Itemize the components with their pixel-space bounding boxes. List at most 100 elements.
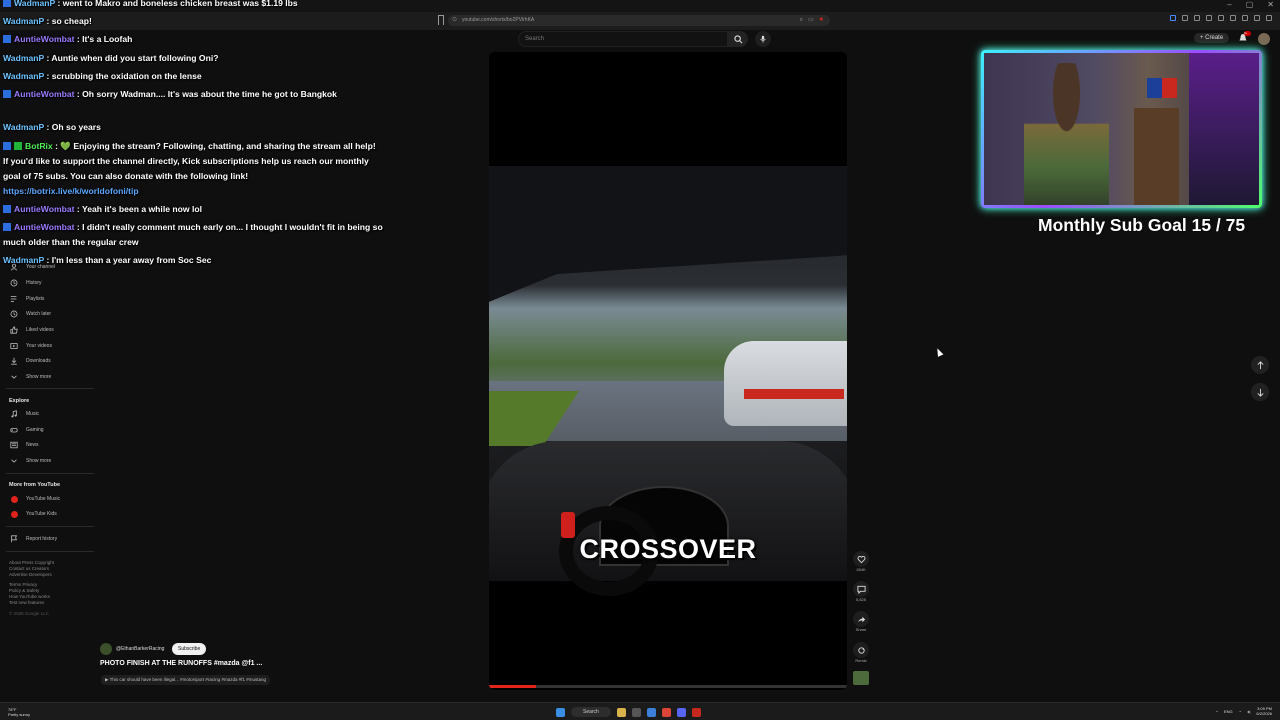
wifi-icon[interactable]: ◔ (1239, 709, 1241, 714)
sidebar-item-downloads[interactable]: Downloads (10, 356, 51, 366)
chat-text: : Auntie when did you start following On… (46, 53, 219, 63)
extension-icon[interactable] (1170, 15, 1176, 21)
extension-icon[interactable] (1254, 15, 1260, 21)
chevron-up-icon[interactable]: ^ (1216, 709, 1218, 714)
clock-icon (10, 310, 18, 318)
taskbar-search[interactable]: Search (571, 707, 611, 717)
share-icon (857, 616, 865, 622)
extension-icon[interactable] (1218, 15, 1224, 21)
sidebar-show-more-explore[interactable]: Show more (10, 456, 51, 466)
chat-text: : I'm less than a year away from Soc Sec (46, 255, 212, 265)
streamer (1024, 63, 1109, 205)
newspaper-icon (10, 441, 18, 449)
video-description-chip[interactable]: ▶ This car should have been illegal... #… (101, 675, 270, 685)
windows-start-icon[interactable] (556, 707, 565, 717)
next-short-button[interactable] (1251, 383, 1269, 401)
sidebar-item-gaming[interactable]: Gaming (10, 425, 44, 435)
chat-link[interactable]: https://botrix.live/k/worldofoni/tip (3, 186, 139, 196)
sidebar-divider (6, 526, 94, 527)
extension-icon[interactable] (1194, 15, 1200, 21)
sidebar-show-more[interactable]: Show more (10, 372, 51, 382)
browser-app-icon[interactable] (647, 707, 656, 717)
chat-text: : scrubbing the oxidation on the lense (46, 71, 202, 81)
zoom-icon[interactable]: ⌕ (800, 15, 803, 26)
race-car (724, 341, 847, 426)
chat-text: : Oh so years (46, 122, 101, 132)
arrow-down-icon (1256, 388, 1264, 397)
extension-icon[interactable] (1206, 15, 1212, 21)
copyright: © 2026 Google LLC (9, 611, 49, 616)
sidebar-item-youtube-music[interactable]: YouTube Music (10, 494, 60, 504)
star-icon[interactable]: ★ (819, 15, 824, 26)
sidebar-item-history[interactable]: History (10, 278, 42, 288)
window-controls: – ▢ ✕ (1227, 0, 1274, 10)
share-label: Share (855, 627, 867, 632)
chat-message: AuntieWombat : It's a Loofah (3, 32, 388, 47)
like-button[interactable]: 284K (852, 551, 870, 572)
clock-date: 6/2/2026 (1256, 711, 1272, 716)
shorts-video-player[interactable]: CROSSOVER (489, 52, 847, 690)
screenshot-icon[interactable]: ▭ (808, 15, 814, 26)
extension-icon[interactable] (1242, 15, 1248, 21)
task-view-icon[interactable] (632, 707, 641, 717)
sidebar-item-label: Downloads (26, 358, 51, 364)
previous-short-button[interactable] (1251, 356, 1269, 374)
search-button[interactable] (728, 31, 748, 47)
channel-avatar[interactable] (100, 643, 112, 655)
extension-icon[interactable] (1182, 15, 1188, 21)
remix-icon (857, 646, 865, 654)
file-explorer-icon[interactable] (617, 707, 626, 717)
sidebar-item-youtube-kids[interactable]: YouTube Kids (10, 509, 57, 519)
chat-message: BotRix : 💚 Enjoying the stream? Followin… (3, 139, 378, 199)
sidebar-item-liked-videos[interactable]: Liked videos (10, 325, 54, 335)
extension-icon[interactable] (1230, 15, 1236, 21)
history-icon (10, 279, 18, 287)
share-button[interactable]: Share (852, 611, 870, 632)
video-title[interactable]: PHOTO FINISH AT THE RUNOFFS #mazda @f1 .… (100, 660, 262, 667)
audio-thumbnail[interactable] (853, 671, 869, 685)
discord-app-icon[interactable] (677, 707, 686, 717)
site-info-icon[interactable]: ⊙ (452, 15, 457, 26)
close-window-button[interactable]: ✕ (1267, 0, 1274, 10)
app-icon[interactable] (692, 707, 701, 717)
sidebar-item-news[interactable]: News (10, 440, 39, 450)
menu-icon[interactable] (1266, 15, 1272, 21)
sidebar-item-watch-later[interactable]: Watch later (10, 309, 51, 319)
maximize-button[interactable]: ▢ (1246, 0, 1254, 10)
chat-message: WadmanP : Auntie when did you start foll… (3, 51, 388, 66)
remix-button[interactable]: Remix (852, 642, 870, 663)
weather-widget[interactable]: 78°F Partly sunny (8, 707, 30, 717)
language-indicator[interactable]: ENG (1224, 709, 1233, 714)
sidebar-divider (6, 473, 94, 474)
sidebar-item-report-history[interactable]: Report history (10, 534, 57, 544)
comment-count: 5,825 (855, 597, 866, 602)
bookmark-icon[interactable] (438, 15, 444, 25)
sidebar-item-label: Show more (26, 374, 52, 380)
address-bar[interactable]: ⊙ youtube.com/shorts/bo2PVlrhKA ⌕ ▭ ★ (448, 15, 830, 26)
chevron-down-icon (10, 373, 18, 381)
sidebar-item-your-videos[interactable]: Your videos (10, 341, 52, 351)
comment-button[interactable]: 5,825 (852, 581, 870, 602)
voice-search-button[interactable] (755, 31, 771, 47)
flag-icon (10, 535, 18, 543)
volume-icon[interactable]: ◂) (1247, 709, 1250, 714)
subscribe-button[interactable]: Subscribe (172, 643, 207, 655)
webcam-flag (1147, 78, 1177, 98)
extensions-bar (1170, 15, 1272, 21)
create-button[interactable]: + Create (1194, 33, 1230, 43)
video-progress-bar[interactable] (489, 685, 847, 688)
chrome-app-icon[interactable] (662, 707, 671, 717)
sidebar-item-label: Your videos (26, 343, 52, 349)
sidebar-item-music[interactable]: Music (10, 409, 39, 419)
clock[interactable]: 3:09 PM 6/2/2026 (1256, 706, 1272, 716)
video-icon (10, 342, 18, 350)
chat-text: : Oh sorry Wadman.... It's was about the… (76, 89, 337, 99)
sidebar-item-playlists[interactable]: Playlists (10, 294, 44, 304)
account-avatar[interactable] (1258, 33, 1270, 45)
chat-username: WadmanP (3, 122, 45, 132)
chat-username: AuntieWombat (14, 34, 75, 44)
minimize-button[interactable]: – (1227, 0, 1231, 10)
channel-name[interactable]: @EthanBarkerRacing (116, 646, 164, 652)
mouse-cursor (934, 347, 944, 357)
search-input[interactable]: Search (518, 31, 728, 47)
